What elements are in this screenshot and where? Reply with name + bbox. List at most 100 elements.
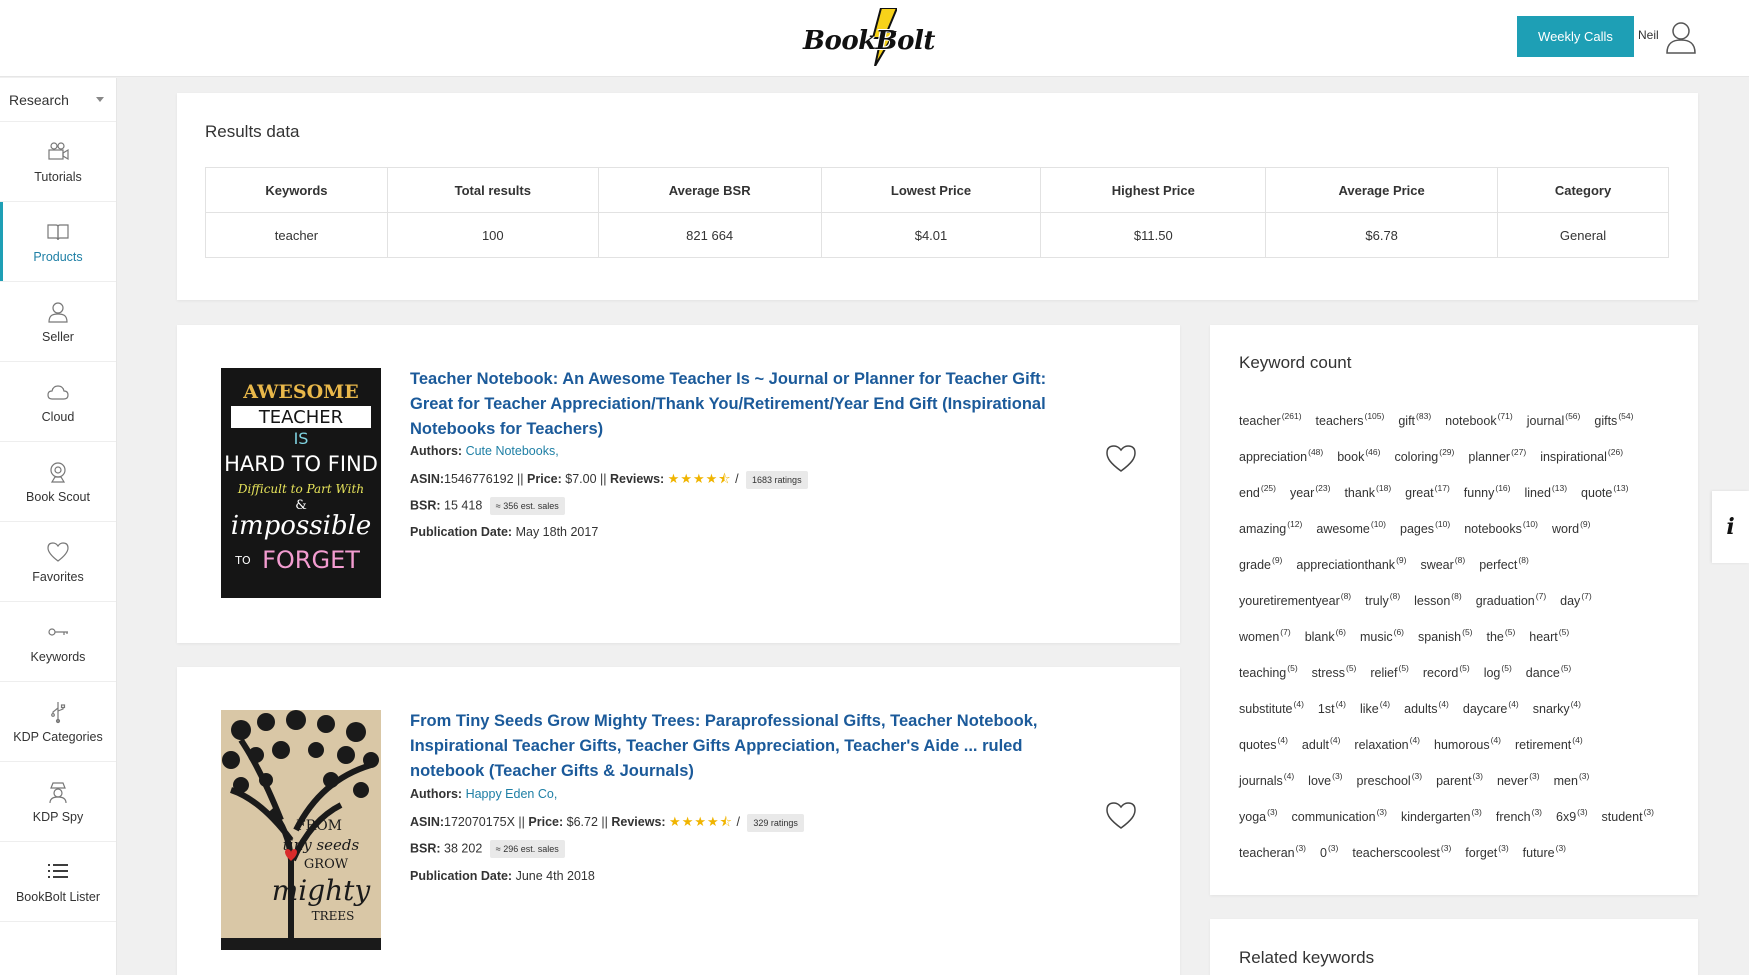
product-card: FROM tiny seeds GROW mighty TREES From T… [177, 667, 1180, 975]
reviews-label: Reviews: [609, 472, 665, 486]
keyword-item: great(17) [1405, 478, 1450, 514]
keyword-item: adult(4) [1302, 730, 1341, 766]
product-title-link[interactable]: From Tiny Seeds Grow Mighty Trees: Parap… [410, 709, 1070, 784]
info-tab[interactable]: i [1712, 491, 1749, 563]
product-title-link[interactable]: Teacher Notebook: An Awesome Teacher Is … [410, 367, 1070, 442]
keyword-count: (8) [1451, 591, 1462, 601]
keyword-count: (71) [1497, 411, 1513, 421]
sidebar-item-cloud[interactable]: Cloud [0, 362, 116, 442]
sidebar-item-keywords[interactable]: Keywords [0, 602, 116, 682]
sidebar-item-products[interactable]: Products [0, 202, 116, 282]
keyword-text: great [1405, 486, 1434, 500]
keyword-count: (48) [1308, 447, 1324, 457]
sidebar-item-kdp-categories[interactable]: KDP Categories [0, 682, 116, 762]
sidebar-item-book-scout[interactable]: Book Scout [0, 442, 116, 522]
keyword-text: notebooks [1464, 522, 1522, 536]
sidebar-item-bookbolt-lister[interactable]: BookBolt Lister [0, 842, 116, 922]
keyword-text: pages [1400, 522, 1435, 536]
sidebar-item-kdp-spy[interactable]: KDP Spy [0, 762, 116, 842]
bookbolt-logo[interactable]: BookBolt [803, 8, 953, 68]
keyword-item: gifts(54) [1594, 406, 1633, 442]
list-icon [48, 863, 68, 878]
sidebar-item-seller[interactable]: Seller [0, 282, 116, 362]
keyword-text: teacherscoolest [1352, 846, 1440, 860]
section-select[interactable]: Research [0, 78, 116, 122]
keyword-item: 6x9(3) [1556, 802, 1588, 838]
keyword-text: funny [1463, 486, 1495, 500]
favorite-heart-icon[interactable] [1105, 443, 1137, 473]
keyword-text: forget [1465, 846, 1498, 860]
keyword-text: gift [1398, 414, 1416, 428]
keyword-item: love(3) [1308, 766, 1342, 802]
keyword-item: future(3) [1523, 838, 1566, 874]
keyword-count: (9) [1580, 519, 1591, 529]
keyword-text: spanish [1418, 630, 1462, 644]
keyword-text: appreciation [1239, 450, 1308, 464]
keyword-text: parent [1436, 774, 1472, 788]
user-icon [48, 301, 68, 323]
keyword-count: (4) [1409, 735, 1421, 745]
keyword-item: student(3) [1602, 802, 1654, 838]
keyword-item: appreciation(48) [1239, 442, 1323, 478]
keyword-count: (12) [1287, 519, 1303, 529]
sidebar-item-favorites[interactable]: Favorites [0, 522, 116, 602]
keyword-text: snarky [1532, 702, 1570, 716]
keyword-text: teacheran [1239, 846, 1295, 860]
book-cover-image[interactable]: AWESOME TEACHER IS HARD TO FIND Difficul… [221, 368, 381, 598]
results-data-card: Results data Keywords Total results Aver… [177, 93, 1698, 300]
keyword-item: adults(4) [1404, 694, 1449, 730]
keyword-text: blank [1304, 630, 1335, 644]
publication-label: Publication Date: [410, 525, 513, 539]
book-cover-image[interactable]: FROM tiny seeds GROW mighty TREES [221, 710, 381, 950]
keyword-text: 0 [1320, 846, 1327, 860]
keyword-item: funny(16) [1464, 478, 1511, 514]
keyword-text: substitute [1239, 702, 1293, 716]
sidebar-item-label: Tutorials [34, 169, 82, 184]
bsr-label: BSR: [410, 841, 441, 856]
user-name[interactable]: Neil [1638, 28, 1659, 42]
column-header: Average BSR [597, 167, 822, 213]
keyword-count: (7) [1581, 591, 1592, 601]
keyword-item: log(5) [1484, 658, 1512, 694]
keyword-item: dance(5) [1526, 658, 1571, 694]
column-header: Lowest Price [820, 167, 1042, 213]
keyword-text: journals [1239, 774, 1283, 788]
weekly-calls-button[interactable]: Weekly Calls [1517, 16, 1634, 57]
keyword-count: (4) [1379, 699, 1391, 709]
keyword-count: (25) [1260, 483, 1276, 493]
keyword-text: lesson [1414, 594, 1451, 608]
column-header: Category [1497, 167, 1669, 213]
keyword-count: (3) [1555, 843, 1567, 853]
keyword-text: lined [1524, 486, 1551, 500]
cover-text: AWESOME [242, 381, 358, 403]
table-row: teacher 100 821 664 $4.01 $11.50 $6.78 G… [205, 212, 1669, 258]
keyword-item: relaxation(4) [1354, 730, 1420, 766]
keyword-count: (10) [1370, 519, 1386, 529]
keyword-count: (7) [1280, 627, 1291, 637]
related-keywords-title: Related keywords [1239, 948, 1375, 967]
keyword-count: (27) [1511, 447, 1527, 457]
keyword-count: (4) [1572, 735, 1583, 745]
keyword-count: (5) [1462, 627, 1473, 637]
keyword-text: teachers [1315, 414, 1364, 428]
keyword-count: (8) [1454, 555, 1466, 565]
keyword-text: preschool [1356, 774, 1411, 788]
keyword-text: day [1560, 594, 1581, 608]
favorite-heart-icon[interactable] [1105, 800, 1137, 830]
keyword-count: (4) [1490, 735, 1501, 745]
cover-text: Difficult to Part With [237, 482, 364, 496]
user-avatar-icon[interactable] [1665, 20, 1697, 54]
keyword-text: daycare [1462, 702, 1508, 716]
author-link[interactable]: Cute Notebooks, [466, 444, 559, 458]
results-table: Keywords Total results Average BSR Lowes… [205, 167, 1669, 258]
sidebar-item-tutorials[interactable]: Tutorials [0, 122, 116, 202]
sidebar-item-label: Cloud [41, 409, 75, 424]
keyword-item: 0(3) [1320, 838, 1338, 874]
keyword-item: truly(8) [1365, 586, 1400, 622]
keyword-item: awesome(10) [1316, 514, 1386, 550]
author-link[interactable]: Happy Eden Co, [466, 787, 558, 801]
column-header: Keywords [205, 167, 388, 213]
keyword-item: word(9) [1552, 514, 1590, 550]
keyword-item: record(5) [1423, 658, 1470, 694]
keyword-count: (83) [1416, 411, 1432, 421]
